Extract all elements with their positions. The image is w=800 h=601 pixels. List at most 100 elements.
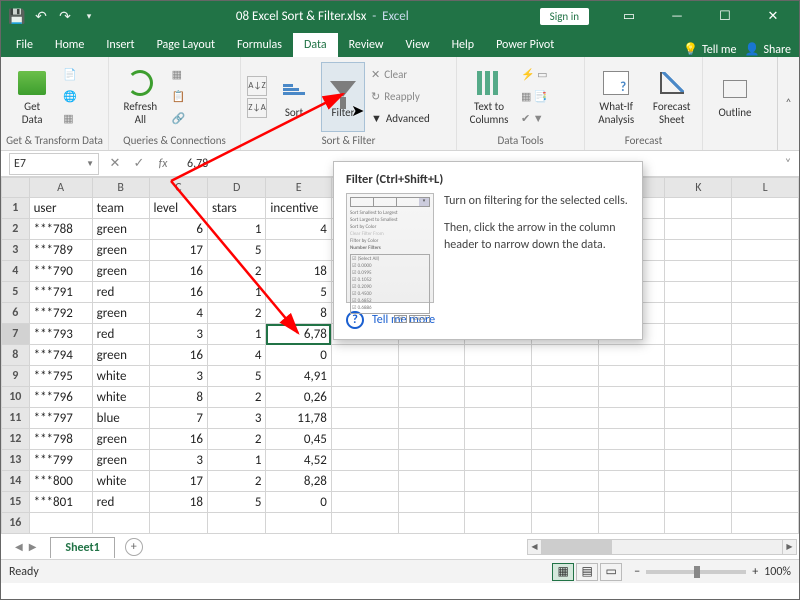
close-button[interactable]: ✕ — [751, 2, 795, 30]
cell[interactable]: 2 — [207, 303, 265, 324]
cell[interactable] — [465, 450, 532, 471]
cell[interactable] — [665, 219, 732, 240]
cell[interactable] — [665, 345, 732, 366]
row-header[interactable]: 16 — [2, 513, 30, 534]
cell[interactable] — [732, 219, 799, 240]
cell[interactable] — [665, 282, 732, 303]
cell[interactable]: green — [92, 219, 149, 240]
cell[interactable]: 4 — [266, 219, 331, 240]
cell[interactable] — [465, 408, 532, 429]
queries-connections-button[interactable]: ▦ — [172, 65, 234, 85]
cell[interactable] — [598, 429, 665, 450]
refresh-all-button[interactable]: Refresh All — [115, 62, 166, 132]
cell[interactable]: 2 — [207, 429, 265, 450]
cell[interactable] — [465, 492, 532, 513]
cell[interactable]: 4,91 — [266, 366, 331, 387]
cell[interactable] — [665, 492, 732, 513]
tab-view[interactable]: View — [395, 33, 441, 57]
save-icon[interactable]: 💾 — [9, 8, 25, 24]
cell[interactable] — [665, 408, 732, 429]
cell[interactable]: ***788 — [29, 219, 92, 240]
cell[interactable]: 2 — [207, 387, 265, 408]
scroll-thumb[interactable] — [542, 540, 612, 554]
maximize-button[interactable]: ☐ — [703, 2, 747, 30]
tab-data[interactable]: Data — [293, 33, 338, 57]
cell[interactable]: 0,45 — [266, 429, 331, 450]
get-data-gallery[interactable]: 📄 🌐 ▦ — [63, 65, 102, 129]
cell[interactable]: ***801 — [29, 492, 92, 513]
cell[interactable] — [398, 366, 465, 387]
cell[interactable]: green — [92, 345, 149, 366]
cell[interactable] — [532, 450, 599, 471]
cell[interactable]: 8 — [149, 387, 207, 408]
cell[interactable]: ***797 — [29, 408, 92, 429]
cell[interactable]: white — [92, 471, 149, 492]
sheet-nav-prev[interactable]: ◀ — [15, 540, 23, 553]
cell[interactable] — [665, 198, 732, 219]
minimize-button[interactable]: — — [655, 2, 699, 30]
sort-az-button[interactable]: A↓Z — [247, 76, 267, 96]
cell[interactable] — [732, 492, 799, 513]
cell[interactable]: 5 — [207, 366, 265, 387]
data-validation-button[interactable]: ✔ ▼ — [521, 109, 577, 129]
row-header[interactable]: 3 — [2, 240, 30, 261]
cell[interactable] — [398, 471, 465, 492]
cell[interactable] — [732, 240, 799, 261]
row-header[interactable]: 13 — [2, 450, 30, 471]
cell[interactable] — [398, 450, 465, 471]
cell[interactable] — [598, 492, 665, 513]
cell[interactable] — [598, 345, 665, 366]
view-normal-button[interactable]: ▦ — [552, 563, 574, 581]
cell[interactable] — [665, 324, 732, 345]
cell[interactable] — [665, 261, 732, 282]
tab-help[interactable]: Help — [441, 33, 486, 57]
cell[interactable] — [465, 345, 532, 366]
cell[interactable] — [598, 513, 665, 534]
col-header-C[interactable]: C — [149, 178, 207, 198]
cell[interactable]: ***796 — [29, 387, 92, 408]
cell[interactable] — [732, 303, 799, 324]
cell[interactable]: ***800 — [29, 471, 92, 492]
cell[interactable]: 3 — [207, 408, 265, 429]
cell[interactable]: 4 — [207, 345, 265, 366]
cell[interactable] — [665, 366, 732, 387]
cell[interactable] — [732, 261, 799, 282]
cell[interactable] — [331, 366, 398, 387]
cell[interactable]: ***793 — [29, 324, 92, 345]
flash-fill-button[interactable]: ⚡ ▭ — [521, 65, 577, 85]
cell[interactable] — [598, 471, 665, 492]
cell[interactable] — [732, 450, 799, 471]
cell[interactable] — [331, 429, 398, 450]
cell[interactable]: 1 — [207, 282, 265, 303]
edit-links-button[interactable]: 🔗 — [172, 109, 234, 129]
cell[interactable]: 18 — [266, 261, 331, 282]
row-header[interactable]: 9 — [2, 366, 30, 387]
remove-duplicates-button[interactable]: ▦ 📑 — [521, 87, 577, 107]
cell[interactable] — [732, 282, 799, 303]
cell[interactable] — [598, 408, 665, 429]
cell[interactable]: 2 — [207, 261, 265, 282]
view-page-layout-button[interactable]: ▤ — [576, 563, 598, 581]
cell[interactable] — [465, 366, 532, 387]
cell[interactable]: 4,52 — [266, 450, 331, 471]
tab-formulas[interactable]: Formulas — [226, 33, 293, 57]
horizontal-scrollbar[interactable]: ◀ ▶ — [527, 539, 797, 555]
cell[interactable] — [665, 429, 732, 450]
cell[interactable]: 11,78 — [266, 408, 331, 429]
cell[interactable]: 3 — [149, 366, 207, 387]
cell[interactable]: green — [92, 303, 149, 324]
cell[interactable]: ***798 — [29, 429, 92, 450]
sign-in-button[interactable]: Sign in — [540, 8, 589, 25]
undo-icon[interactable]: ↶ — [33, 8, 49, 24]
cell[interactable]: 1 — [207, 324, 265, 345]
row-header[interactable]: 2 — [2, 219, 30, 240]
cell[interactable] — [92, 513, 149, 534]
cell[interactable] — [665, 471, 732, 492]
cell[interactable]: 5 — [266, 282, 331, 303]
cell[interactable] — [465, 429, 532, 450]
new-sheet-button[interactable]: + — [125, 538, 143, 556]
zoom-out-button[interactable]: − — [634, 565, 640, 579]
cell[interactable]: 16 — [149, 261, 207, 282]
text-to-columns-button[interactable]: Text to Columns — [463, 62, 515, 132]
cell[interactable]: white — [92, 366, 149, 387]
